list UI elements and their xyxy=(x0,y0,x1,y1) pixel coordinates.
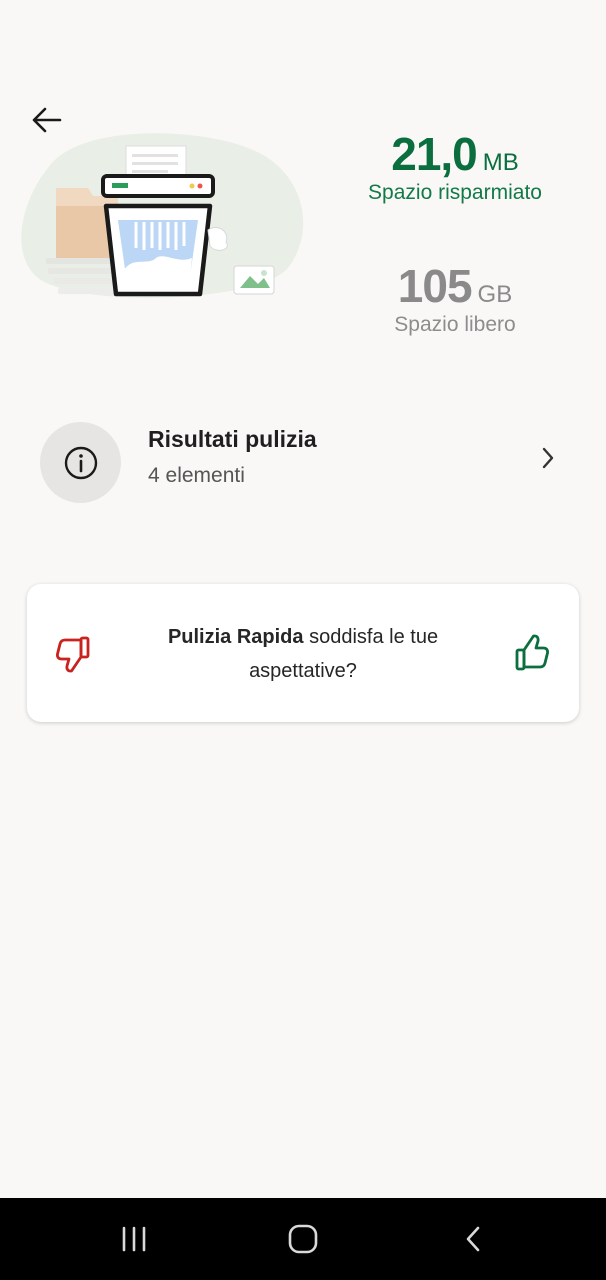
home-icon xyxy=(288,1224,318,1254)
home-button[interactable] xyxy=(278,1219,328,1259)
cleanup-results-title: Risultati pulizia xyxy=(148,426,317,452)
shredder-illustration xyxy=(21,133,304,298)
system-navigation-bar xyxy=(0,1198,606,1280)
free-space-unit: GB xyxy=(477,281,513,308)
feedback-feature-name: Pulizia Rapida xyxy=(167,626,304,648)
feedback-question: Pulizia Rapida soddisfa le tue aspettati… xyxy=(127,620,479,688)
free-space-value: 105 xyxy=(397,260,473,312)
free-space-stat: 105 GB Spazio libero xyxy=(330,258,580,338)
space-saved-unit: MB xyxy=(482,149,519,176)
space-saved-label: Spazio risparmiato xyxy=(368,181,542,204)
thumb-up-icon xyxy=(515,634,549,671)
screen: 21,0 MB Spazio risparmiato 105 GB Spazio l… xyxy=(0,0,606,1280)
thumb-down-icon xyxy=(56,636,90,673)
thumb-down-button[interactable] xyxy=(53,634,93,674)
space-saved-value-row: 21,0 MB xyxy=(330,126,580,182)
info-icon xyxy=(64,446,97,479)
space-saved-stat: 21,0 MB Spazio risparmiato xyxy=(330,126,580,206)
chevron-right-icon xyxy=(542,447,554,469)
free-space-label: Spazio libero xyxy=(394,313,516,336)
info-icon-container xyxy=(40,422,121,503)
space-saved-value: 21,0 xyxy=(391,128,478,180)
cleanup-results-count: 4 elementi xyxy=(148,464,245,487)
cleanup-results-row[interactable]: Risultati pulizia 4 elementi xyxy=(40,422,570,504)
free-space-value-row: 105 GB xyxy=(330,258,580,314)
system-back-button[interactable] xyxy=(448,1219,498,1259)
recents-icon xyxy=(122,1226,146,1252)
back-icon xyxy=(466,1226,480,1252)
thumb-up-button[interactable] xyxy=(513,634,553,674)
feedback-card: Pulizia Rapida soddisfa le tue aspettati… xyxy=(27,584,579,722)
recents-button[interactable] xyxy=(109,1219,159,1259)
